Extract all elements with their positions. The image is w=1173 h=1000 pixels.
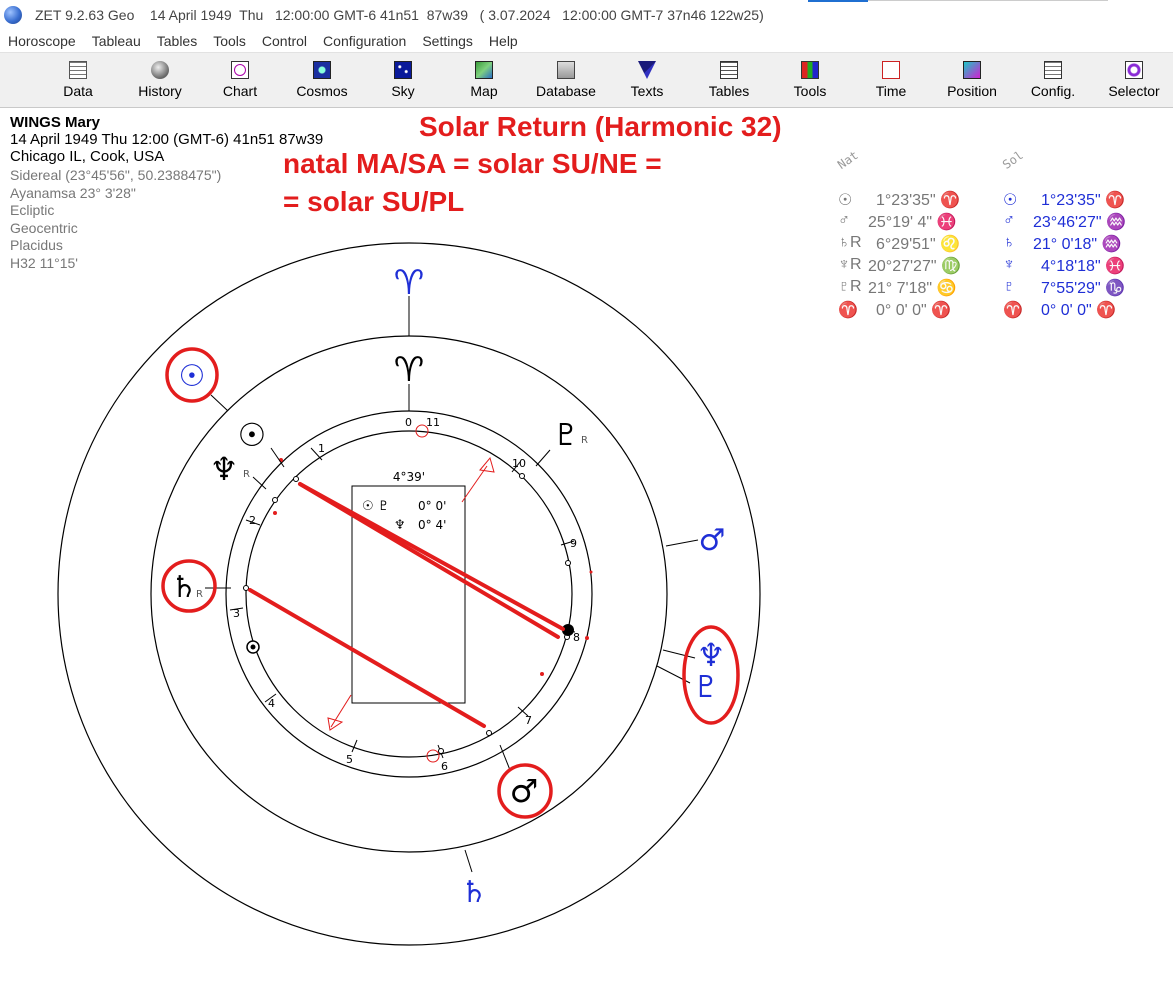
house-number-8: 8 (573, 631, 580, 644)
house-number-6: 6 (441, 760, 448, 773)
house-number-7: 7 (525, 714, 532, 727)
house-number-2: 2 (249, 514, 256, 527)
natal-neptune-glyph: ♆ (210, 450, 239, 488)
center-value: 4°39' (393, 470, 425, 484)
axis-arrow-bottom (327, 694, 352, 731)
aspect-row-1-value: 0° 0' (418, 499, 446, 513)
house-number-9: 9 (570, 537, 577, 550)
solar-sun-glyph: ☉ (179, 359, 206, 394)
solar-saturn-leader (464, 849, 473, 873)
natal-neptune-retro: R (243, 469, 250, 480)
solar-neptune-leader (662, 649, 696, 659)
house-number-5: 5 (346, 753, 353, 766)
house-number-1: 1 (318, 442, 325, 455)
solar-mars-glyph: ♂ (699, 523, 726, 558)
house-number-11: 11 (426, 416, 440, 429)
natal-pluto-glyph: ♇ (553, 418, 580, 453)
natal-saturn-retro: R (196, 589, 203, 600)
natal-mars-leader (499, 744, 511, 771)
solar-sun-leader (210, 394, 229, 412)
house-number-0: 0 (405, 416, 412, 429)
natal-sun-leader (270, 447, 285, 468)
aspect-box (351, 485, 466, 704)
aspect-row-2-value: 0° 4' (418, 518, 446, 532)
solar-mars-leader (665, 539, 699, 547)
natal-pluto-retro: R (581, 435, 588, 446)
solar-saturn-glyph: ♄ (461, 875, 488, 910)
chart-wheel[interactable]: ♈ ♈ 4°39' ☉ ♇ 0° 0' ♆ 0° 4' 1 2 3 4 5 6 … (0, 0, 1173, 1000)
solar-neptune-glyph: ♆ (697, 636, 726, 674)
aspect-row-2-glyphs: ♆ (394, 518, 406, 533)
sun-target-center (250, 644, 256, 650)
natal-aries-glyph: ♈ (394, 350, 424, 390)
natal-saturn-glyph: ♄ (171, 570, 198, 605)
natal-sun-glyph: ☉ (238, 416, 267, 454)
solar-pluto-glyph: ♇ (693, 670, 720, 705)
aspect-row-1-glyphs: ☉ ♇ (362, 499, 389, 514)
natal-mars-glyph: ♂ (510, 772, 539, 810)
axis-arrow-top (461, 456, 495, 503)
natal-pluto-leader (535, 449, 551, 467)
solar-aries-glyph: ♈ (394, 263, 424, 303)
